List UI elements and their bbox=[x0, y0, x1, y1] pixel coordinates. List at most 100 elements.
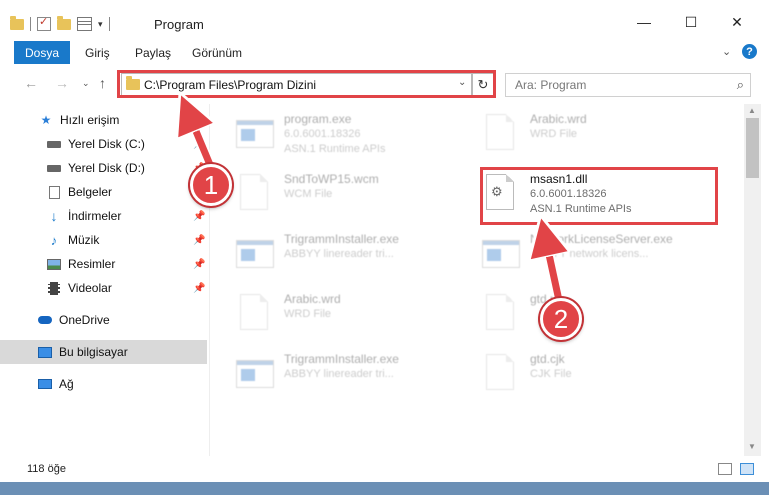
network-icon bbox=[38, 378, 52, 391]
pin-icon[interactable]: 📌 bbox=[193, 139, 205, 150]
minimize-button[interactable]: — bbox=[634, 12, 654, 32]
file-name: TrigrammInstaller.exe bbox=[284, 232, 399, 246]
sidebar-item-label: Yerel Disk (D:) bbox=[68, 161, 145, 175]
sidebar-item-label: Ağ bbox=[59, 377, 74, 391]
details-view-icon[interactable] bbox=[718, 463, 732, 475]
file-tile[interactable]: gtd.cjk CJK File bbox=[482, 350, 722, 400]
drive-icon bbox=[47, 162, 61, 175]
file-tile[interactable]: Arabic.wrd WRD File bbox=[482, 110, 722, 160]
tab-view[interactable]: Görünüm bbox=[192, 46, 242, 60]
music-icon: ♪ bbox=[50, 232, 58, 248]
star-icon: ★ bbox=[40, 113, 52, 127]
file-name: gtd.cjk bbox=[530, 352, 565, 366]
document-file-icon bbox=[482, 112, 516, 154]
cloud-icon bbox=[38, 314, 52, 327]
exe-file-icon bbox=[236, 112, 274, 154]
file-tile[interactable]: TrigrammInstaller.exe ABBYY linereader t… bbox=[236, 350, 476, 400]
search-placeholder: Ara: Program bbox=[515, 78, 587, 92]
file-name: SndToWP15.wcm bbox=[284, 172, 379, 186]
file-tile[interactable]: NetworkLicenseServer.exe ABBYY network l… bbox=[482, 230, 722, 280]
sidebar-item-quick-access[interactable]: ★ Hızlı erişim bbox=[0, 108, 207, 132]
sidebar-item-label: Müzik bbox=[68, 233, 100, 247]
file-name: NetworkLicenseServer.exe bbox=[530, 232, 673, 246]
sidebar-item-label: Videolar bbox=[68, 281, 112, 295]
sidebar-item-documents[interactable]: Belgeler 📌 bbox=[0, 180, 207, 204]
file-name: Arabic.wrd bbox=[284, 292, 341, 306]
address-highlight-box bbox=[117, 70, 496, 98]
customize-dropdown-icon[interactable]: ▾ bbox=[98, 19, 103, 30]
file-name: TrigrammInstaller.exe bbox=[284, 352, 399, 366]
explorer-window: ▾ Program — ☐ ✕ Dosya Giriş Paylaş Görün… bbox=[0, 0, 769, 482]
recent-locations-icon[interactable]: ⌄ bbox=[82, 78, 90, 89]
maximize-button[interactable]: ☐ bbox=[681, 12, 701, 32]
window-title: Program bbox=[154, 17, 204, 32]
step-1-badge: 1 bbox=[190, 164, 232, 206]
sidebar-item-this-pc[interactable]: Bu bilgisayar bbox=[0, 340, 207, 364]
sidebar-item-drive-c[interactable]: Yerel Disk (C:) 📌 bbox=[0, 132, 207, 156]
properties-icon[interactable] bbox=[77, 17, 92, 31]
new-folder-icon[interactable] bbox=[57, 15, 71, 30]
file-name: program.exe bbox=[284, 112, 352, 126]
pin-icon[interactable]: 📌 bbox=[193, 259, 205, 270]
sidebar-item-label: İndirmeler bbox=[68, 209, 122, 223]
drive-icon bbox=[47, 138, 61, 151]
up-arrow-icon[interactable]: ↑ bbox=[99, 75, 106, 91]
exe-file-icon bbox=[236, 232, 274, 274]
search-box[interactable]: Ara: Program ⌕ bbox=[505, 73, 751, 97]
tab-share[interactable]: Paylaş bbox=[135, 46, 171, 60]
file-detail: ABBYY linereader trі... bbox=[284, 368, 394, 380]
close-button[interactable]: ✕ bbox=[727, 12, 747, 32]
document-file-icon bbox=[236, 292, 270, 334]
status-bar: 118 öğe bbox=[0, 456, 769, 482]
scroll-up-icon[interactable]: ▲ bbox=[748, 106, 756, 115]
pin-icon[interactable]: 📌 bbox=[193, 283, 205, 294]
file-tile[interactable]: TrigrammInstaller.exe ABBYY linereader t… bbox=[236, 230, 476, 280]
file-detail: ASN.1 Runtime APIs bbox=[284, 143, 386, 155]
help-icon[interactable]: ? bbox=[742, 44, 757, 59]
forward-arrow-icon[interactable]: → bbox=[55, 75, 69, 91]
sidebar-item-label: Belgeler bbox=[68, 185, 113, 199]
file-detail: WRD File bbox=[284, 308, 332, 320]
separator bbox=[108, 17, 110, 31]
file-detail: ABBYY network licens... bbox=[530, 248, 649, 260]
file-tile[interactable]: program.exe 6.0.6001.18326 ASN.1 Runtime… bbox=[236, 110, 476, 160]
file-name: Arabic.wrd bbox=[530, 112, 587, 126]
tiles-view-icon[interactable] bbox=[740, 463, 754, 475]
sidebar-item-downloads[interactable]: ↓ İndirmeler 📌 bbox=[0, 204, 207, 228]
back-arrow-icon[interactable]: ← bbox=[24, 75, 38, 91]
pane-divider[interactable] bbox=[209, 104, 210, 456]
sidebar-item-label: Hızlı erişim bbox=[60, 113, 120, 127]
sidebar-item-network[interactable]: Ağ bbox=[0, 372, 207, 396]
file-detail: WRD File bbox=[530, 128, 578, 140]
folder-icon[interactable] bbox=[10, 15, 24, 30]
sidebar-item-label: Yerel Disk (C:) bbox=[68, 137, 145, 151]
document-file-icon bbox=[236, 172, 270, 214]
computer-icon bbox=[38, 346, 52, 359]
download-icon: ↓ bbox=[50, 208, 58, 224]
tab-home[interactable]: Giriş bbox=[85, 46, 110, 60]
ribbon-expand-icon[interactable]: ⌄ bbox=[722, 45, 731, 58]
step-2-badge: 2 bbox=[540, 298, 582, 340]
search-icon[interactable]: ⌕ bbox=[737, 77, 744, 93]
tab-file[interactable]: Dosya bbox=[14, 41, 70, 64]
file-tile[interactable]: Arabic.wrd WRD File bbox=[236, 290, 476, 340]
file-list: program.exe 6.0.6001.18326 ASN.1 Runtime… bbox=[212, 104, 742, 456]
scroll-thumb[interactable] bbox=[746, 118, 759, 178]
pin-icon[interactable]: 📌 bbox=[193, 211, 205, 222]
vertical-scrollbar[interactable]: ▲ ▼ bbox=[744, 104, 761, 456]
sidebar-item-pictures[interactable]: Resimler 📌 bbox=[0, 252, 207, 276]
properties-check-icon[interactable] bbox=[37, 15, 51, 31]
pin-icon[interactable]: 📌 bbox=[193, 235, 205, 246]
file-tile[interactable]: gtd.ptt bbox=[482, 290, 722, 340]
sidebar-item-onedrive[interactable]: OneDrive bbox=[0, 308, 207, 332]
file-highlight-box bbox=[480, 167, 718, 225]
pictures-icon bbox=[47, 258, 61, 271]
sidebar-item-drive-d[interactable]: Yerel Disk (D:) 📌 bbox=[0, 156, 207, 180]
quick-access-toolbar: ▾ bbox=[10, 14, 110, 34]
sidebar-item-videos[interactable]: Videolar 📌 bbox=[0, 276, 207, 300]
sidebar-item-music[interactable]: ♪ Müzik 📌 bbox=[0, 228, 207, 252]
file-tile[interactable]: SndToWP15.wcm WCM File bbox=[236, 170, 476, 220]
scroll-down-icon[interactable]: ▼ bbox=[748, 442, 756, 451]
document-file-icon bbox=[482, 352, 516, 394]
file-detail: 6.0.6001.18326 bbox=[284, 128, 361, 140]
